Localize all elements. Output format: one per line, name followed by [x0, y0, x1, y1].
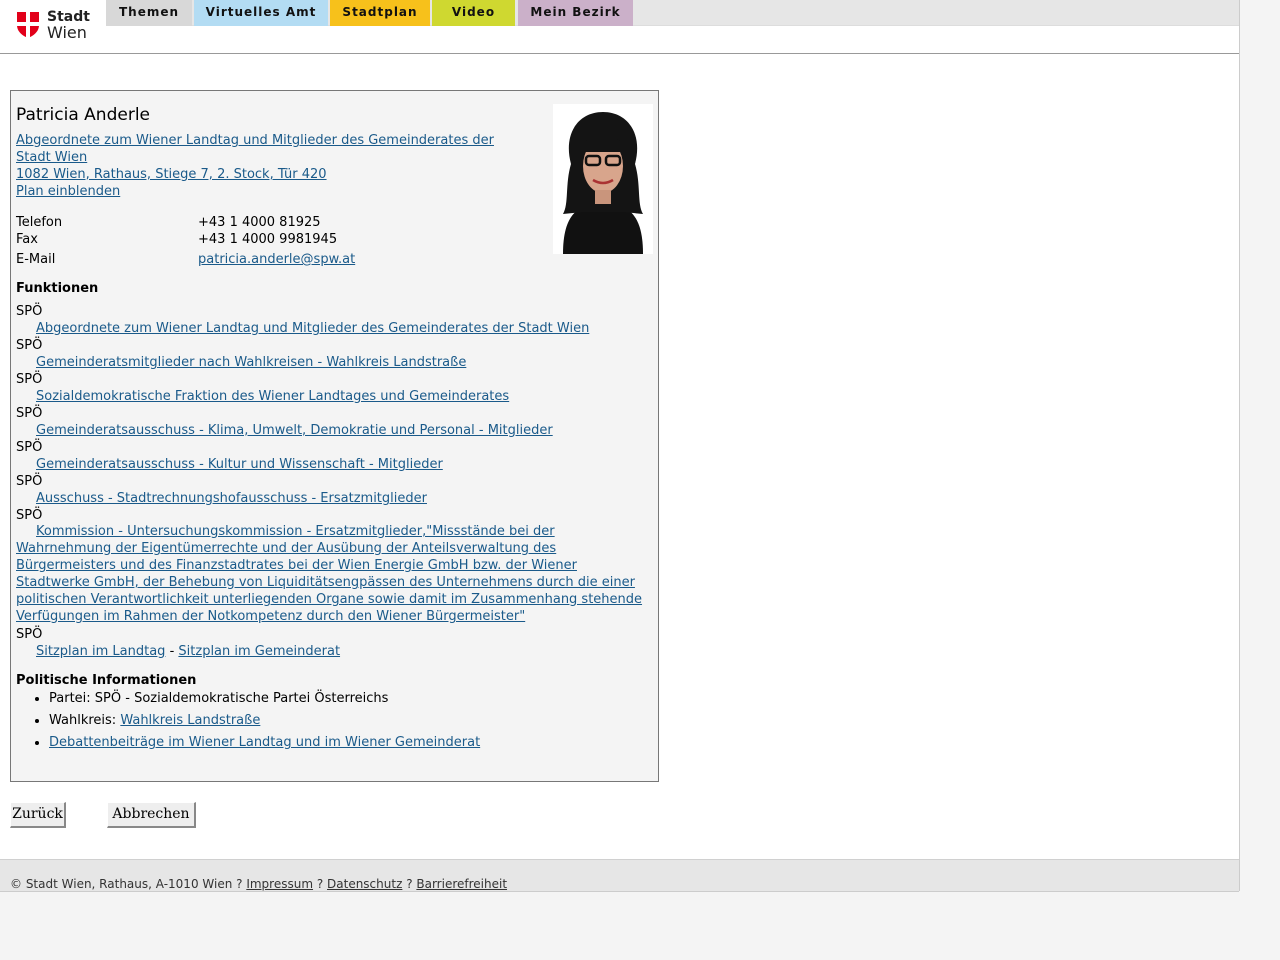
- function-party: SPÖ: [16, 627, 43, 642]
- debates-link[interactable]: Debattenbeiträge im Wiener Landtag und i…: [49, 735, 480, 750]
- function-link[interactable]: Ausschuss - Stadtrechnungshofausschuss -…: [36, 491, 427, 506]
- cancel-button[interactable]: Abbrechen: [107, 802, 196, 828]
- tab-mein-bezirk[interactable]: Mein Bezirk: [518, 0, 633, 26]
- fax-value: +43 1 4000 9981945: [198, 232, 338, 247]
- function-party: SPÖ: [16, 304, 43, 319]
- footer-text: © Stadt Wien, Rathaus, A-1010 Wien ? Imp…: [10, 877, 508, 891]
- function-link[interactable]: Gemeinderatsausschuss - Klima, Umwelt, D…: [36, 423, 553, 438]
- person-name: Patricia Anderle: [16, 105, 150, 125]
- function-link[interactable]: Kommission - Untersuchungskommission - E…: [16, 524, 642, 624]
- list-item: Wahlkreis: Wahlkreis Landstraße: [49, 710, 649, 732]
- logo-text: Stadt Wien: [47, 9, 90, 42]
- tab-themen[interactable]: Themen: [106, 0, 192, 26]
- person-card: Patricia Anderle Abgeordnete zum Wiener …: [10, 90, 659, 782]
- function-party: SPÖ: [16, 372, 43, 387]
- tab-virtuelles-amt[interactable]: Virtuelles Amt: [194, 0, 328, 26]
- impressum-link[interactable]: Impressum: [246, 877, 313, 891]
- function-link[interactable]: Abgeordnete zum Wiener Landtag und Mitgl…: [36, 321, 589, 336]
- function-party: SPÖ: [16, 406, 43, 421]
- fax-label: Fax: [16, 232, 38, 247]
- phone-value: +43 1 4000 81925: [198, 215, 321, 230]
- role-link-line2[interactable]: Stadt Wien: [16, 150, 87, 165]
- commission-paragraph: Kommission - Untersuchungskommission - E…: [16, 523, 648, 625]
- barrierefreiheit-link[interactable]: Barrierefreiheit: [416, 877, 507, 891]
- stadt-wien-logo[interactable]: Stadt Wien: [16, 10, 96, 42]
- functions-heading: Funktionen: [16, 281, 99, 296]
- site-header: Stadt Wien Themen Virtuelles Amt Stadtpl…: [0, 0, 1239, 54]
- tab-video[interactable]: Video: [432, 0, 515, 26]
- function-party: SPÖ: [16, 508, 43, 523]
- person-photo: [553, 104, 653, 254]
- role-link-line1[interactable]: Abgeordnete zum Wiener Landtag und Mitgl…: [16, 133, 494, 148]
- show-plan-link[interactable]: Plan einblenden: [16, 184, 120, 199]
- political-info-list: Partei: SPÖ - Sozialdemokratische Partei…: [16, 688, 649, 754]
- seating-plan-row: Sitzplan im Landtag - Sitzplan im Gemein…: [36, 644, 341, 659]
- function-link[interactable]: Gemeinderatsmitglieder nach Wahlkreisen …: [36, 355, 466, 370]
- seating-plan-landtag-link[interactable]: Sitzplan im Landtag: [36, 644, 165, 659]
- district-link[interactable]: Wahlkreis Landstraße: [120, 713, 260, 728]
- function-party: SPÖ: [16, 338, 43, 353]
- function-link[interactable]: Sozialdemokratische Fraktion des Wiener …: [36, 389, 509, 404]
- list-item: Partei: SPÖ - Sozialdemokratische Partei…: [49, 688, 649, 710]
- email-label: E-Mail: [16, 252, 56, 267]
- datenschutz-link[interactable]: Datenschutz: [327, 877, 402, 891]
- function-party: SPÖ: [16, 474, 43, 489]
- page-content: Stadt Wien Themen Virtuelles Amt Stadtpl…: [0, 0, 1240, 892]
- back-button[interactable]: Zurück: [10, 802, 66, 828]
- wien-shield-icon: [17, 12, 39, 38]
- list-item: Debattenbeiträge im Wiener Landtag und i…: [49, 732, 649, 754]
- site-footer: © Stadt Wien, Rathaus, A-1010 Wien ? Imp…: [0, 859, 1239, 892]
- function-party: SPÖ: [16, 440, 43, 455]
- function-link[interactable]: Gemeinderatsausschuss - Kultur und Wisse…: [36, 457, 443, 472]
- address-link[interactable]: 1082 Wien, Rathaus, Stiege 7, 2. Stock, …: [16, 167, 327, 182]
- phone-label: Telefon: [16, 215, 63, 230]
- seating-plan-gemeinderat-link[interactable]: Sitzplan im Gemeinderat: [178, 644, 340, 659]
- political-info-heading: Politische Informationen: [16, 673, 197, 688]
- email-link[interactable]: patricia.anderle@spw.at: [198, 252, 355, 267]
- tab-stadtplan[interactable]: Stadtplan: [330, 0, 430, 26]
